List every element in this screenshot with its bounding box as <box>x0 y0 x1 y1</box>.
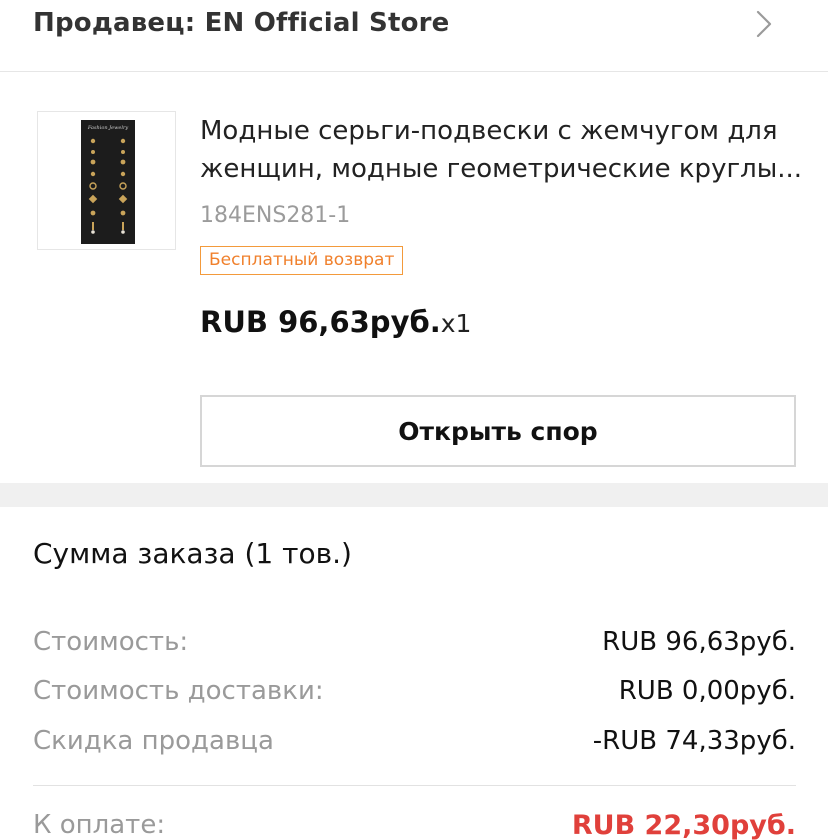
product-thumbnail[interactable]: Fashion Jewelry <box>37 111 176 250</box>
summary-row-cost: Стоимость: RUB 96,63руб. <box>33 627 796 667</box>
earrings-card-image: Fashion Jewelry <box>81 120 135 244</box>
summary-row-seller-discount: Скидка продавца -RUB 74,33руб. <box>33 726 796 766</box>
summary-label: Стоимость: <box>33 627 189 657</box>
total-value: RUB 22,30руб. <box>571 810 796 840</box>
seller-title[interactable]: Продавец: EN Official Store <box>33 8 450 38</box>
product-sku: 184ENS281-1 <box>200 203 351 228</box>
product-quantity: x1 <box>440 309 472 338</box>
product-title-line: женщин, модные геометрические круглы... <box>200 154 800 184</box>
order-detail-page: Продавец: EN Official Store Fashion Jewe… <box>0 0 828 840</box>
summary-divider <box>33 785 796 786</box>
summary-label: Скидка продавца <box>33 726 274 756</box>
summary-row-shipping: Стоимость доставки: RUB 0,00руб. <box>33 676 796 716</box>
open-dispute-button[interactable]: Открыть спор <box>200 395 796 467</box>
product-title[interactable]: Модные серьги-подвески с жемчугом для же… <box>200 112 800 188</box>
summary-row-total: К оплате: RUB 22,30руб. <box>33 810 796 840</box>
summary-value: -RUB 74,33руб. <box>592 726 796 756</box>
product-title-line: Модные серьги-подвески с жемчугом для <box>200 116 778 146</box>
total-label: К оплате: <box>33 810 166 840</box>
chevron-right-icon[interactable] <box>752 8 776 40</box>
free-return-badge: Бесплатный возврат <box>200 246 404 275</box>
summary-value: RUB 0,00руб. <box>618 676 796 706</box>
svg-text:Fashion Jewelry: Fashion Jewelry <box>87 125 129 131</box>
section-separator <box>0 483 828 507</box>
product-price: RUB 96,63руб.x1 <box>200 305 471 339</box>
product-price-value: RUB 96,63руб. <box>200 305 441 339</box>
order-summary-title: Сумма заказа (1 тов.) <box>33 537 352 570</box>
summary-label: Стоимость доставки: <box>33 676 324 706</box>
seller-row[interactable]: Продавец: EN Official Store <box>0 0 828 72</box>
summary-value: RUB 96,63руб. <box>602 627 796 657</box>
